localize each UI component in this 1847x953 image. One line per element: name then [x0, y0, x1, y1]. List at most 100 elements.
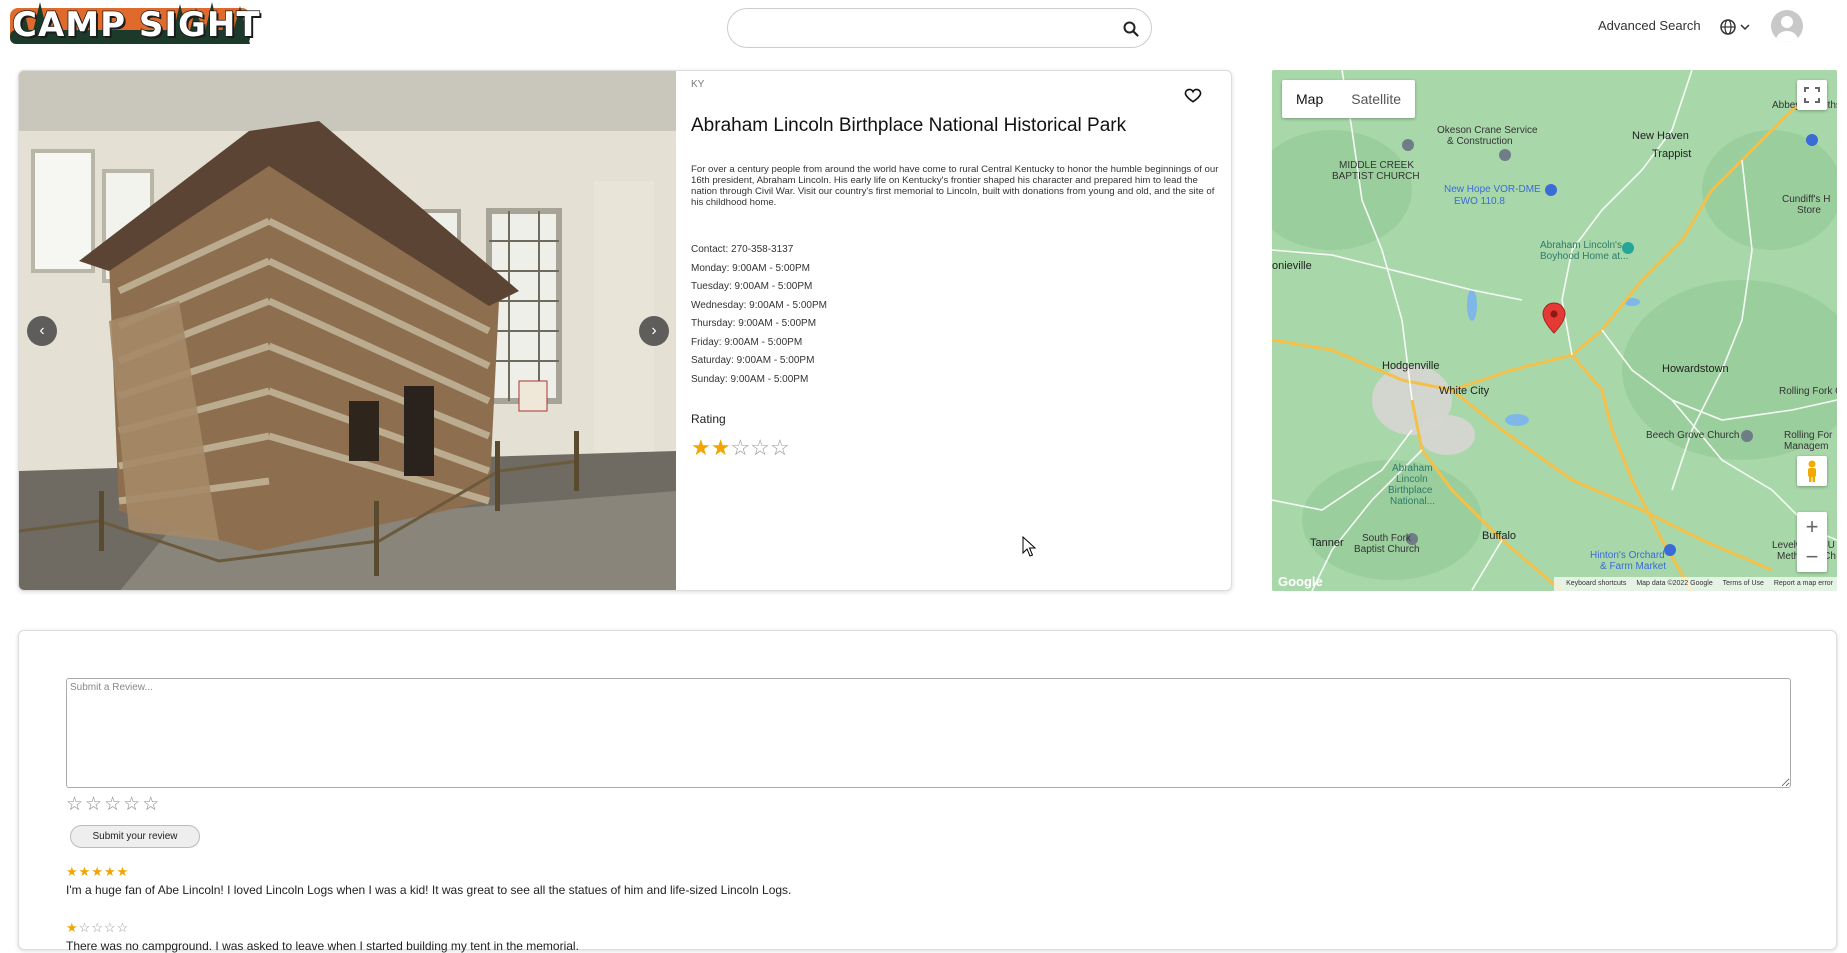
map-canvas[interactable] — [1272, 70, 1837, 591]
pegman-icon — [1808, 460, 1816, 482]
park-rating-star-1-icon: ★ — [691, 435, 711, 460]
review-item: ★☆☆☆☆ There was no campground. I was ask… — [66, 921, 1766, 953]
hours-thursday: Thursday: 9:00AM - 5:00PM — [691, 318, 817, 329]
review-0-star-3-icon: ★ — [91, 864, 104, 879]
park-state: KY — [691, 79, 705, 90]
map-label-howardstown: Howardstown — [1662, 363, 1729, 375]
review-0-star-2-icon: ★ — [78, 864, 92, 879]
park-rating-star-4-icon: ☆ — [750, 435, 770, 460]
new-review-star-1-icon[interactable]: ☆ — [66, 794, 85, 815]
map-label-onieville: onieville — [1272, 260, 1312, 272]
review-0-star-1-icon: ★ — [66, 864, 79, 879]
park-info: KY Abraham Lincoln Birthplace National H… — [691, 71, 1231, 590]
review-0-star-5-icon: ★ — [116, 864, 130, 879]
reviews-card: ☆☆☆☆☆ Submit your review ★★★★★ I'm a hug… — [18, 630, 1837, 953]
camp-sight-logo[interactable]: CAMP SIGHT — [10, 2, 260, 48]
search-input[interactable] — [746, 18, 1106, 40]
location-map[interactable]: New Haven Trappist Abbey of Gethse Cundi… — [1272, 70, 1837, 591]
map-fullscreen-button[interactable] — [1797, 80, 1827, 110]
chevron-down-icon — [1740, 24, 1750, 31]
review-1-star-5-icon: ☆ — [116, 920, 130, 935]
search-icon[interactable] — [1121, 19, 1141, 39]
map-label-birthplace-3: Birthplace — [1388, 485, 1433, 496]
map-label-hodgenville: Hodgenville — [1382, 360, 1440, 372]
logo-text: CAMP SIGHT — [11, 4, 261, 46]
map-label-rolling-fork-2: Rolling For — [1784, 430, 1833, 441]
park-rating-star-3-icon: ☆ — [730, 435, 751, 460]
map-label-new-hope-2: EWO 110.8 — [1454, 196, 1505, 207]
map-attribution-footer: Keyboard shortcuts Map data ©2022 Google… — [1554, 577, 1837, 591]
map-label-cundiffs-2: Store — [1797, 205, 1821, 216]
advanced-search-link[interactable]: Advanced Search — [1598, 18, 1701, 33]
favorite-heart-icon[interactable] — [1183, 85, 1203, 105]
new-review-star-2-icon[interactable]: ☆ — [85, 794, 104, 815]
map-label-boyhood: Abraham Lincoln's — [1540, 240, 1622, 251]
park-photo: ‹ › — [19, 71, 676, 590]
carousel-next-button[interactable]: › — [639, 316, 669, 346]
hours-tuesday: Tuesday: 9:00AM - 5:00PM — [691, 281, 813, 292]
park-rating-star-2-icon: ★ — [710, 435, 731, 460]
review-0-star-4-icon: ★ — [103, 864, 117, 879]
new-review-star-3-icon[interactable]: ☆ — [104, 794, 123, 815]
user-avatar[interactable] — [1771, 10, 1803, 42]
report-map-error-link[interactable]: Report a map error — [1774, 580, 1833, 587]
terms-of-use-link[interactable]: Terms of Use — [1723, 580, 1764, 587]
map-label-boyhood-2: Boyhood Home at... — [1540, 251, 1629, 262]
street-view-pegman[interactable] — [1797, 456, 1827, 486]
map-label-birthplace: Abraham — [1392, 463, 1433, 474]
map-type-map-button[interactable]: Map — [1282, 80, 1337, 118]
log-cabin-image — [19, 71, 676, 590]
carousel-prev-button[interactable]: ‹ — [27, 316, 57, 346]
map-label-okeson: Okeson Crane Service — [1437, 125, 1538, 136]
hours-wednesday: Wednesday: 9:00AM - 5:00PM — [691, 299, 827, 311]
zoom-in-button[interactable]: + — [1797, 512, 1827, 542]
review-item: ★★★★★ I'm a huge fan of Abe Lincoln! I l… — [66, 865, 1766, 898]
map-label-birthplace-2: Lincoln — [1396, 474, 1428, 485]
map-label-south-fork-2: Baptist Church — [1354, 544, 1420, 555]
map-label-middle-creek: MIDDLE CREEK — [1339, 160, 1415, 171]
language-selector[interactable] — [1718, 16, 1754, 38]
park-hours: Contact: 270-358-3137 Monday: 9:00AM - 5… — [691, 241, 827, 389]
hours-sunday: Sunday: 9:00AM - 5:00PM — [691, 373, 809, 385]
new-review-star-5-icon[interactable]: ☆ — [142, 794, 161, 815]
park-rating-stars: ★★☆☆☆ — [691, 435, 790, 461]
submit-review-button[interactable]: Submit your review — [70, 825, 200, 848]
map-label-rolling-fork: Rolling Fork Ch — [1779, 386, 1837, 397]
park-contact: Contact: 270-358-3137 — [691, 244, 794, 255]
search-bar[interactable] — [727, 8, 1152, 48]
google-logo[interactable]: Google — [1278, 574, 1323, 589]
map-data-text: Map data ©2022 Google — [1636, 580, 1713, 587]
map-label-tanner: Tanner — [1310, 537, 1344, 549]
hours-saturday: Saturday: 9:00AM - 5:00PM — [691, 355, 815, 366]
review-1-star-2-icon: ☆ — [78, 920, 92, 935]
rating-label: Rating — [691, 412, 726, 426]
mouse-cursor-icon — [1022, 536, 1036, 557]
review-textarea[interactable] — [66, 678, 1791, 788]
map-label-new-haven: New Haven — [1632, 130, 1689, 142]
map-label-okeson-2: & Construction — [1447, 136, 1513, 147]
zoom-out-button[interactable]: − — [1797, 542, 1827, 572]
review-1-star-1-icon: ★ — [66, 920, 79, 935]
globe-icon — [1720, 19, 1750, 35]
map-label-birthplace-4: National... — [1390, 496, 1436, 507]
hours-monday: Monday: 9:00AM - 5:00PM — [691, 262, 810, 274]
review-1-star-3-icon: ☆ — [91, 920, 104, 935]
review-1-star-4-icon: ☆ — [103, 920, 117, 935]
map-label-hintons: Hinton's Orchard — [1590, 550, 1665, 561]
keyboard-shortcuts-link[interactable]: Keyboard shortcuts — [1566, 580, 1626, 587]
user-avatar-icon — [1776, 16, 1798, 42]
map-zoom-control: + − — [1797, 512, 1827, 572]
park-description: For over a century people from around th… — [691, 164, 1219, 208]
map-label-white-city: White City — [1439, 385, 1490, 397]
map-type-satellite-button[interactable]: Satellite — [1337, 80, 1415, 118]
map-label-middle-creek-2: BAPTIST CHURCH — [1332, 171, 1420, 182]
new-review-rating[interactable]: ☆☆☆☆☆ — [66, 793, 161, 816]
map-label-trappist: Trappist — [1652, 148, 1692, 160]
review-rating-stars: ★★★★★ — [66, 865, 1766, 879]
map-label-buffalo: Buffalo — [1482, 530, 1517, 542]
park-detail-card: ‹ › KY Abraham Lincoln Birthplace Nation… — [18, 70, 1232, 591]
map-label-cundiffs: Cundiff's H — [1782, 194, 1831, 205]
new-review-star-4-icon[interactable]: ☆ — [123, 794, 142, 815]
map-label-hintons-2: & Farm Market — [1600, 561, 1667, 572]
hours-friday: Friday: 9:00AM - 5:00PM — [691, 336, 803, 348]
